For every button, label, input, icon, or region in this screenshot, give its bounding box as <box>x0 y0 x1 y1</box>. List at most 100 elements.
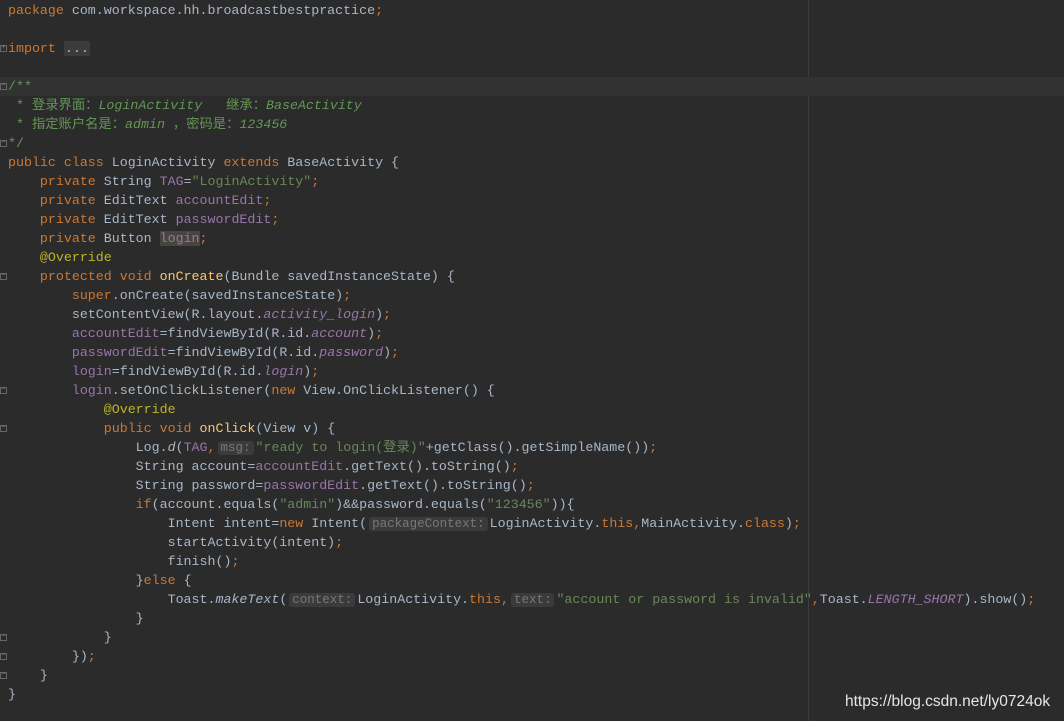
code-line[interactable]: } <box>8 666 48 685</box>
code-line[interactable]: private EditText accountEdit; <box>8 191 271 210</box>
code-token: TAG <box>159 174 184 189</box>
code-token: private <box>39 212 104 227</box>
code-token: } <box>8 687 16 702</box>
code-line[interactable]: super.onCreate(savedInstanceState); <box>8 286 351 305</box>
code-line[interactable]: login.setOnClickListener(new View.OnClic… <box>8 381 495 400</box>
fold-collapse-icon[interactable]: − <box>0 672 7 679</box>
code-line[interactable]: if(account.equals("admin")&&password.equ… <box>8 495 575 514</box>
code-line[interactable]: package com.workspace.hh.broadcastbestpr… <box>8 1 383 20</box>
code-line[interactable]: private Button login; <box>8 229 208 248</box>
code-line[interactable]: String account=accountEdit.getText().toS… <box>8 457 519 476</box>
code-token: } <box>8 630 112 645</box>
code-token: LoginActivity <box>111 155 224 170</box>
code-token: ; <box>199 231 208 246</box>
code-token: import <box>8 41 64 56</box>
fold-gutter <box>0 0 8 721</box>
fold-collapse-icon[interactable]: − <box>0 140 7 147</box>
code-line[interactable]: Toast.makeText(context: LoginActivity.thi… <box>8 590 1035 609</box>
code-token: } <box>8 573 144 588</box>
code-line[interactable]: import ... <box>8 39 90 58</box>
code-token: activity_login <box>263 307 376 322</box>
code-line[interactable]: setContentView(R.layout.activity_login); <box>8 305 391 324</box>
code-line[interactable]: login=findViewById(R.id.login); <box>8 362 319 381</box>
fold-expand-icon[interactable]: + <box>0 45 7 52</box>
code-line[interactable]: /** <box>0 77 1064 96</box>
code-token: "account or password is invalid" <box>556 592 812 607</box>
code-line[interactable]: * 指定账户名是：admin ，密码是：123456 <box>8 115 287 134</box>
code-token: new <box>271 383 304 398</box>
code-line[interactable]: private String TAG="LoginActivity"; <box>8 172 319 191</box>
code-token: }) <box>8 649 88 664</box>
code-token: passwordEdit <box>71 345 168 360</box>
code-line[interactable]: Intent intent=new Intent(packageContext:… <box>8 514 801 533</box>
code-line[interactable]: public class LoginActivity extends BaseA… <box>8 153 399 172</box>
fold-collapse-icon[interactable]: − <box>0 273 7 280</box>
code-line[interactable]: } <box>8 609 144 628</box>
code-token: accountEdit <box>175 193 264 208</box>
code-line[interactable]: @Override <box>8 248 112 267</box>
code-token: , <box>811 592 820 607</box>
code-line[interactable]: }else { <box>8 571 192 590</box>
code-line[interactable]: } <box>8 628 112 647</box>
code-token: * 指定账户名是： <box>8 117 126 132</box>
code-token: ; <box>231 554 240 569</box>
fold-collapse-icon[interactable]: − <box>0 653 7 660</box>
code-token: ; <box>343 288 352 303</box>
fold-collapse-icon[interactable]: − <box>0 83 7 90</box>
code-token: ; <box>311 174 320 189</box>
code-token: ) <box>367 326 376 341</box>
code-line[interactable]: accountEdit=findViewById(R.id.account); <box>8 324 383 343</box>
code-line[interactable]: }); <box>8 647 96 666</box>
code-line[interactable]: */ <box>8 134 24 153</box>
parameter-hint: context: <box>289 593 356 607</box>
code-token: ; <box>510 459 519 474</box>
code-line[interactable]: * 登录界面：LoginActivity 继承：BaseActivity <box>8 96 362 115</box>
code-token: } <box>8 668 48 683</box>
code-token: ) <box>784 516 793 531</box>
code-line[interactable]: passwordEdit=findViewById(R.id.password)… <box>8 343 399 362</box>
code-token: passwordEdit <box>263 478 360 493</box>
code-token: View.OnClickListener() { <box>303 383 495 398</box>
code-line[interactable]: public void onClick(View v) { <box>8 419 335 438</box>
code-token: ( <box>175 440 184 455</box>
code-token: @Override <box>39 250 112 265</box>
code-token: ) <box>383 345 392 360</box>
code-token: private <box>39 174 104 189</box>
code-line[interactable]: startActivity(intent); <box>8 533 344 552</box>
code-token: = <box>183 174 192 189</box>
code-token: package <box>8 3 72 18</box>
code-token: ) <box>375 307 384 322</box>
code-token: EditText <box>103 193 176 208</box>
code-token: )){ <box>550 497 575 512</box>
code-editor[interactable]: package com.workspace.hh.broadcastbestpr… <box>0 0 1064 721</box>
code-line[interactable]: finish(); <box>8 552 240 571</box>
parameter-hint: text: <box>510 593 555 607</box>
code-token: password <box>319 345 384 360</box>
code-token: MainActivity. <box>641 516 745 531</box>
code-line[interactable]: protected void onCreate(Bundle savedInst… <box>8 267 455 286</box>
code-line[interactable]: Log.d(TAG, msg: "ready to login(登录)"+getCl… <box>8 438 657 457</box>
code-line[interactable]: } <box>8 685 16 704</box>
fold-collapse-icon[interactable]: − <box>0 425 7 432</box>
code-line[interactable]: private EditText passwordEdit; <box>8 210 279 229</box>
fold-collapse-icon[interactable]: − <box>0 634 7 641</box>
code-token: com.workspace.hh.broadcastbestpractice <box>71 3 376 18</box>
code-line[interactable]: @Override <box>8 400 176 419</box>
code-token: */ <box>8 136 24 151</box>
code-token: LENGTH_SHORT <box>867 592 964 607</box>
code-token: BaseActivity { <box>287 155 400 170</box>
code-line[interactable]: String password=passwordEdit.getText().t… <box>8 476 535 495</box>
fold-collapse-icon[interactable]: − <box>0 387 7 394</box>
folded-imports[interactable]: ... <box>63 41 90 56</box>
code-token: Intent intent= <box>8 516 280 531</box>
code-token: private <box>39 193 104 208</box>
code-token: accountEdit <box>255 459 344 474</box>
code-token: String <box>103 174 160 189</box>
code-token: "LoginActivity" <box>191 174 312 189</box>
code-token: "123456" <box>486 497 551 512</box>
code-token: ; <box>375 3 384 18</box>
